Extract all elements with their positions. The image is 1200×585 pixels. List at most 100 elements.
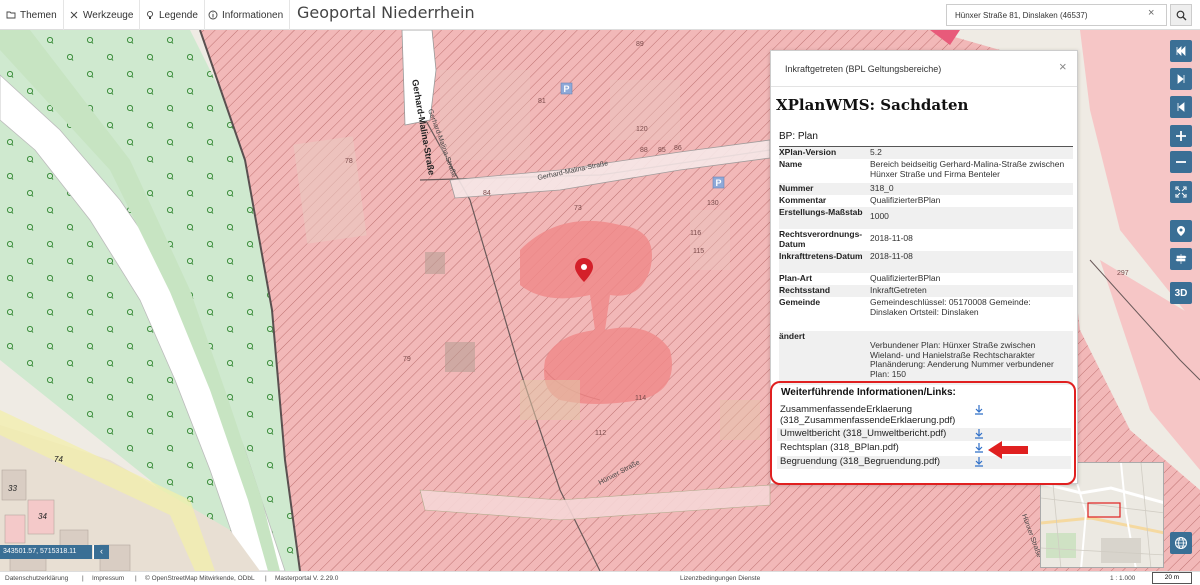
- table-row: XPlan-Version 5.2: [779, 147, 1073, 159]
- svg-text:120: 120: [636, 126, 648, 133]
- svg-text:79: 79: [403, 356, 411, 363]
- svg-text:P: P: [716, 178, 722, 188]
- table-row: Gemeinde Gemeindeschlüssel: 05170008 Geme…: [779, 297, 1031, 317]
- link-label: ZusammenfassendeErklaerung (318_Zusammen…: [780, 404, 956, 426]
- scale-value[interactable]: 1 : 1.000: [1110, 575, 1135, 582]
- menu-legende[interactable]: Legende: [139, 0, 205, 30]
- clear-search-icon[interactable]: ×: [1148, 7, 1154, 19]
- popup-header: Inkraftgetreten (BPL Geltungsbereiche) ×: [771, 51, 1077, 87]
- link-label: Begruendung (318_Begruendung.pdf): [780, 456, 941, 467]
- link-item[interactable]: ZusammenfassendeErklaerung (318_Zusammen…: [777, 404, 1071, 426]
- footer: Datenschutzerklärung | Impressum | © Ope…: [0, 571, 1200, 585]
- search-input[interactable]: [947, 5, 1143, 25]
- portal-version: Masterportal V. 2.29.0: [275, 575, 339, 582]
- fullscreen-button[interactable]: [1170, 181, 1192, 203]
- table-row: Rechtsverordnungs-Datum 2018-11-08: [779, 229, 913, 249]
- osm-attribution-link[interactable]: © OpenStreetMap Mitwirkende, ODbL: [145, 575, 255, 582]
- table-row: Nummer 318_0: [779, 183, 1073, 195]
- minus-icon: [1176, 161, 1186, 163]
- first-page-button[interactable]: [1170, 40, 1192, 62]
- download-icon[interactable]: [973, 428, 985, 440]
- menu-themen[interactable]: Themen: [0, 0, 64, 30]
- imprint-link[interactable]: Impressum: [92, 575, 124, 582]
- footer-separator: |: [265, 575, 267, 582]
- table-row: Kommentar QualifizierterBPlan: [779, 195, 941, 205]
- footer-separator: |: [135, 575, 137, 582]
- back-button[interactable]: [1170, 96, 1192, 118]
- search-icon: [1176, 10, 1186, 20]
- overview-toggle-button[interactable]: [1170, 532, 1192, 554]
- svg-text:114: 114: [635, 395, 646, 402]
- svg-text:88: 88: [640, 147, 648, 154]
- menu-informationen[interactable]: Informationen: [202, 0, 291, 30]
- lightbulb-icon: [146, 10, 154, 19]
- svg-text:73: 73: [574, 205, 582, 212]
- expand-icon: [1175, 186, 1187, 198]
- svg-text:116: 116: [690, 230, 701, 237]
- table-row: Rechtsstand InkraftGetreten: [779, 285, 1073, 297]
- tools-icon: [70, 11, 78, 19]
- download-icon[interactable]: [973, 442, 985, 454]
- coordinates-toggle-button[interactable]: ‹: [93, 545, 109, 559]
- geoportal-app: P P Gerhard-Malina-Straße Gerhard-Malina…: [0, 0, 1200, 585]
- search-box: ×: [946, 4, 1167, 26]
- footer-separator: |: [82, 575, 84, 582]
- menu-werkzeuge[interactable]: Werkzeuge: [63, 0, 141, 30]
- skip-start-icon: [1176, 46, 1186, 56]
- popup-heading: XPlanWMS: Sachdaten: [776, 96, 969, 114]
- close-icon[interactable]: ×: [1059, 59, 1067, 74]
- table-row: Name Bereich beidseitig Gerhard-Malina-St…: [779, 159, 1065, 179]
- skip-back-icon: [1177, 102, 1185, 112]
- location-pin-icon: [1177, 226, 1185, 236]
- link-label: Umweltbericht (318_Umweltbericht.pdf): [780, 428, 947, 439]
- annotation-arrow-icon: [988, 441, 1028, 459]
- folder-icon: [6, 11, 16, 19]
- plus-icon: [1176, 131, 1186, 141]
- popup-subheading: BP: Plan: [779, 131, 818, 142]
- download-icon[interactable]: [973, 404, 985, 416]
- svg-text:81: 81: [538, 98, 546, 105]
- signpost-icon: [1175, 254, 1187, 264]
- menu-label: Werkzeuge: [83, 9, 134, 21]
- svg-text:34: 34: [38, 512, 47, 521]
- license-link[interactable]: Lizenzbedingungen Dienste: [680, 575, 760, 582]
- table-row: Plan-Art QualifizierterBPlan: [779, 273, 941, 283]
- zoom-in-button[interactable]: [1170, 125, 1192, 147]
- svg-text:74: 74: [54, 455, 63, 464]
- 3d-button[interactable]: 3D: [1170, 282, 1192, 304]
- info-icon: [208, 10, 218, 20]
- download-icon[interactable]: [973, 456, 985, 468]
- signpost-button[interactable]: [1170, 248, 1192, 270]
- svg-text:85: 85: [658, 147, 666, 154]
- zoom-out-button[interactable]: [1170, 151, 1192, 173]
- last-page-button[interactable]: [1170, 68, 1192, 90]
- svg-text:84: 84: [483, 190, 491, 197]
- menu-label: Legende: [159, 9, 198, 21]
- links-title: Weiterführende Informationen/Links:: [781, 387, 956, 398]
- table-row: Inkrafttretens-Datum 2018-11-08: [779, 251, 1073, 273]
- svg-text:297: 297: [1117, 270, 1129, 277]
- link-label: Rechtsplan (318_BPlan.pdf): [780, 442, 899, 453]
- coordinates-display: 343501.57, 5715318.11: [0, 545, 92, 559]
- privacy-link[interactable]: Datenschutzerklärung: [5, 575, 68, 582]
- svg-text:115: 115: [693, 248, 704, 255]
- table-row: Erstellungs-Maßstab 1000: [779, 207, 1073, 229]
- svg-text:33: 33: [8, 484, 17, 493]
- portal-title: Geoportal Niederrhein: [297, 3, 475, 22]
- locate-button[interactable]: [1170, 220, 1192, 242]
- skip-end-icon: [1177, 74, 1185, 84]
- top-bar: Themen Werkzeuge Legende Informationen G…: [0, 0, 1200, 30]
- popup-title: Inkraftgetreten (BPL Geltungsbereiche): [785, 64, 942, 74]
- svg-text:86: 86: [674, 145, 682, 152]
- svg-text:112: 112: [595, 430, 606, 437]
- svg-text:P: P: [564, 84, 570, 94]
- scale-bar: 20 m: [1152, 572, 1192, 584]
- links-section: Weiterführende Informationen/Links: Zusa…: [770, 381, 1076, 485]
- svg-text:130: 130: [707, 200, 719, 207]
- search-button[interactable]: [1170, 4, 1192, 26]
- svg-text:78: 78: [345, 158, 353, 165]
- menu-label: Informationen: [222, 9, 284, 21]
- svg-text:89: 89: [636, 41, 644, 48]
- menu-label: Themen: [20, 9, 57, 21]
- table-row: ändert Verbundener Plan: Hünxer Straße zw…: [779, 331, 1073, 385]
